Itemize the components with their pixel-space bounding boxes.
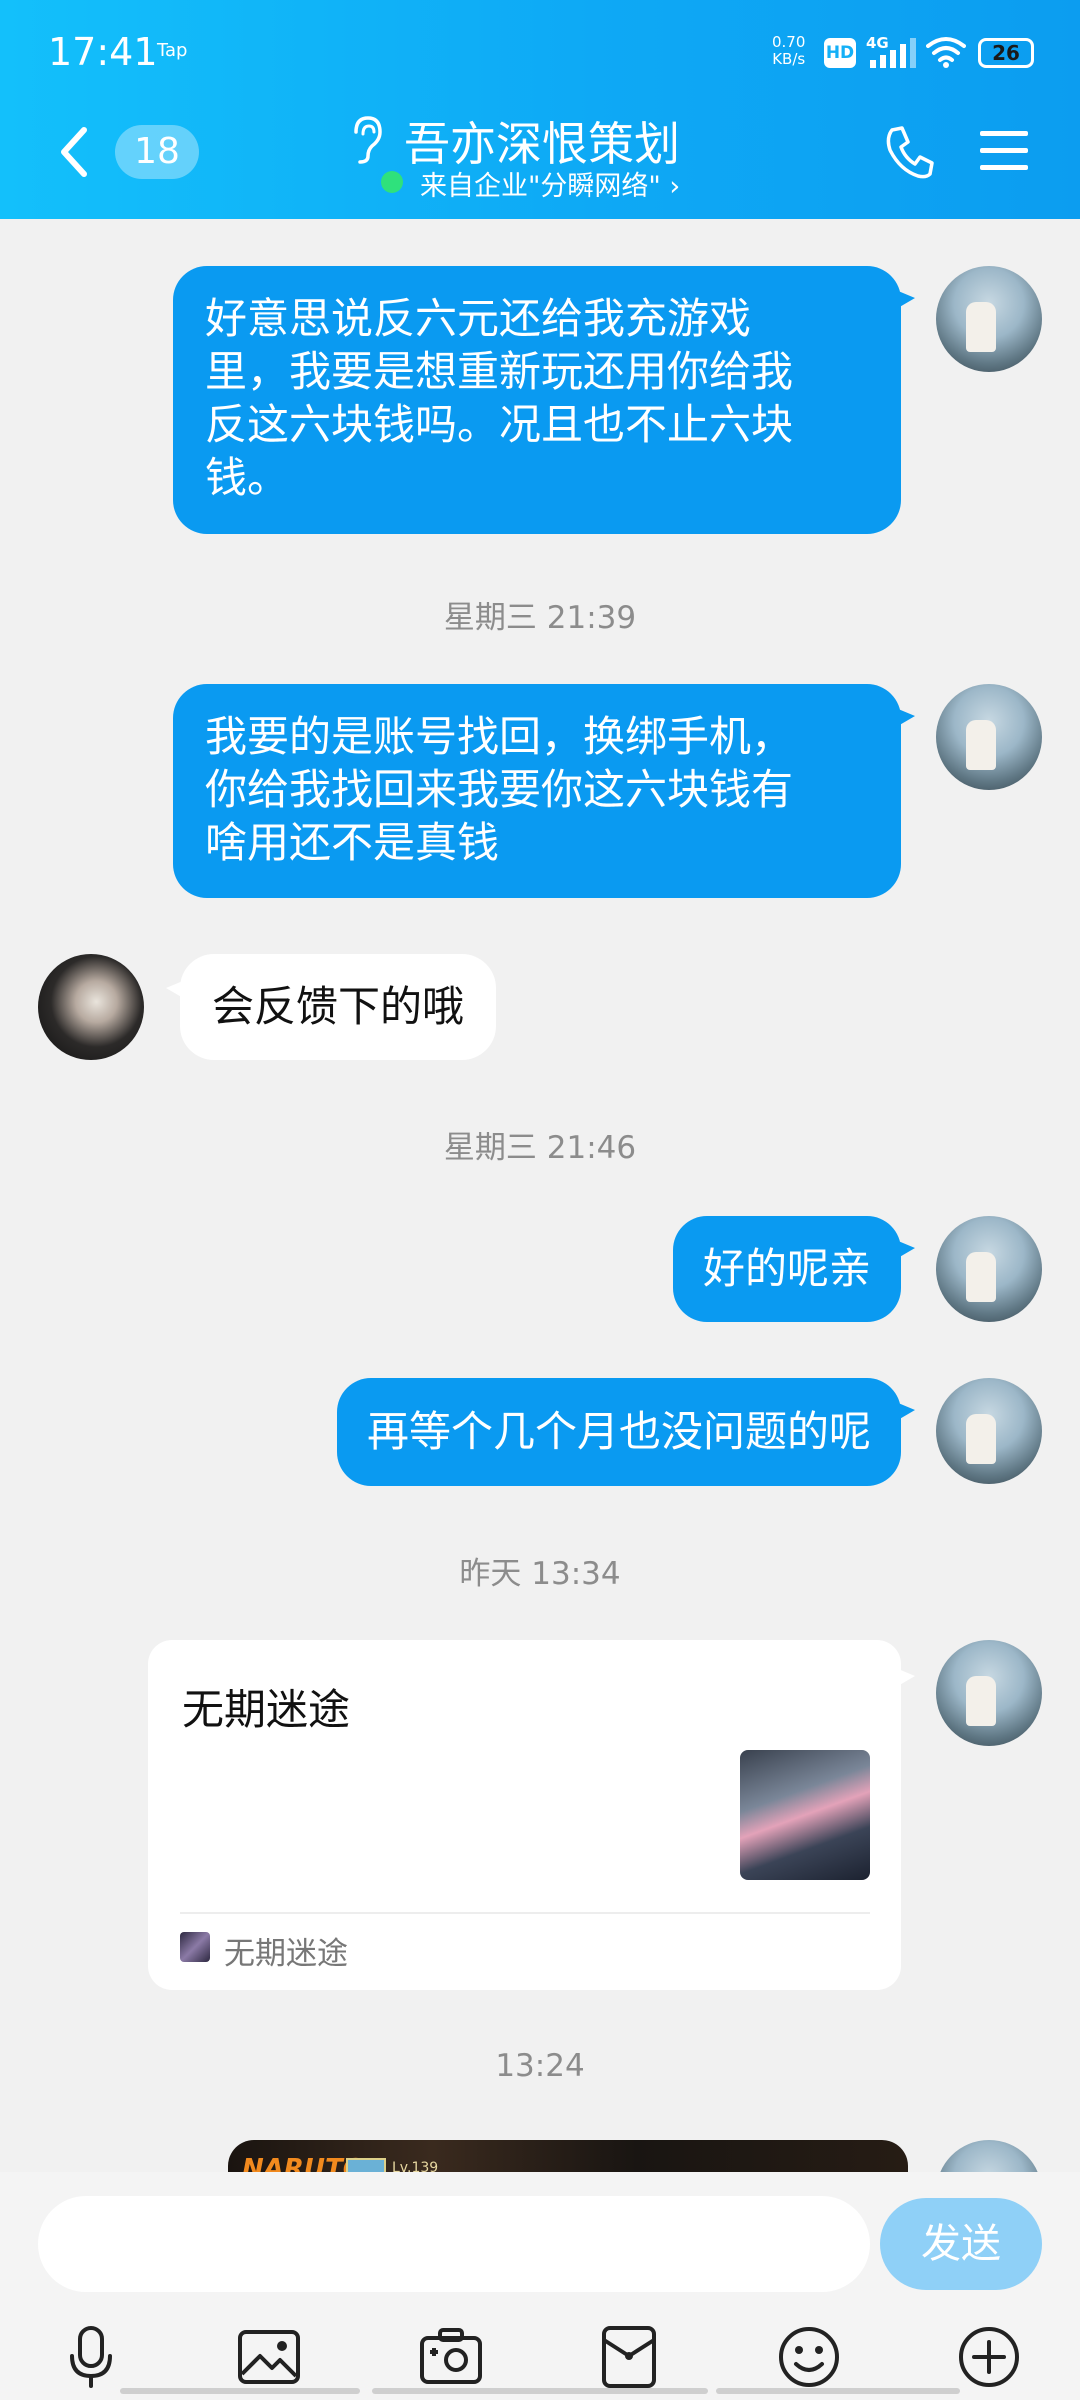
message-line: 你给我找回来我要你这六块钱有 [205,765,794,814]
status-bar: 17:41 Tap 0.70 KB/s HD 4G 26 [0,0,1080,100]
my-avatar[interactable] [936,684,1042,790]
plus-icon[interactable] [956,2324,1022,2390]
chat-header: 17:41 Tap 0.70 KB/s HD 4G 26 18 吾亦深恨策划 来… [0,0,1080,219]
battery-icon: 26 [978,38,1034,68]
battery-level: 26 [992,41,1020,65]
emoji-icon[interactable] [776,2324,842,2390]
panel-handle [716,2388,960,2394]
red-packet-icon[interactable] [596,2324,662,2390]
message-line: 啥用还不是真钱 [205,818,500,867]
message-line: 我要的是账号找回，换绑手机， [205,712,794,761]
image-icon[interactable] [236,2324,302,2390]
message-timestamp: 星期三 21:46 [443,1130,637,1166]
network-speed-value: 0.70 [772,33,806,51]
message-line: 反这六块钱吗。况且也不止六块 [205,400,794,449]
card-source-name: 无期迷途 [224,1936,348,1972]
my-avatar[interactable] [936,1640,1042,1746]
status-time: 17:41 [48,30,158,74]
message-timestamp: 昨天 13:34 [459,1556,621,1592]
message-line: 好意思说反六元还给我充游戏 [205,294,752,343]
send-button[interactable]: 发送 [880,2198,1042,2290]
contact-company-link[interactable]: 来自企业"分瞬网络" › [420,164,680,203]
card-divider [180,1912,870,1914]
signal-icon: 4G [866,34,916,68]
status-tap-label: Tap [157,40,188,61]
online-status-dot [381,171,403,193]
card-source-icon [180,1932,210,1962]
card-title: 无期迷途 [182,1685,351,1734]
message-timestamp: 星期三 21:39 [443,600,637,636]
network-speed-unit: KB/s [772,50,806,68]
unread-count-badge[interactable]: 18 [115,125,199,179]
message-bubble[interactable]: 会反馈下的哦 [165,954,497,1060]
message-bubble[interactable]: 再等个几个月也没问题的呢 [336,1378,916,1486]
mic-icon[interactable] [58,2324,124,2390]
back-arrow-icon[interactable] [54,124,94,180]
camera-icon[interactable] [418,2324,484,2390]
network-type-label: 4G [866,34,889,52]
menu-icon[interactable] [978,128,1030,174]
message-bubble[interactable]: 我要的是账号找回，换绑手机， 你给我找回来我要你这六块钱有 啥用还不是真钱 [173,684,915,898]
message-bubble[interactable]: 好的呢亲 [672,1216,916,1322]
input-area: 发送 [0,2172,1080,2400]
shared-card[interactable]: 无期迷途 无期迷途 [148,1640,915,1990]
message-line: 钱。 [205,453,290,502]
my-avatar[interactable] [936,1378,1042,1484]
message-bubble[interactable]: 好意思说反六元还给我充游戏 里，我要是想重新玩还用你给我 反这六块钱吗。况且也不… [173,266,915,534]
my-avatar[interactable] [936,266,1042,372]
message-timestamp: 13:24 [495,2048,585,2084]
network-speed: 0.70 KB/s [772,34,805,68]
message-line: 里，我要是想重新玩还用你给我 [205,347,794,396]
hd-icon: HD [824,38,856,68]
panel-handle [372,2388,708,2394]
contact-avatar[interactable] [38,954,144,1060]
my-avatar[interactable] [936,1216,1042,1322]
message-input[interactable] [38,2196,870,2292]
ear-icon [354,116,382,164]
phone-call-icon[interactable] [882,124,934,180]
card-thumbnail [740,1750,870,1880]
wifi-icon [926,37,966,68]
panel-handle [120,2388,360,2394]
